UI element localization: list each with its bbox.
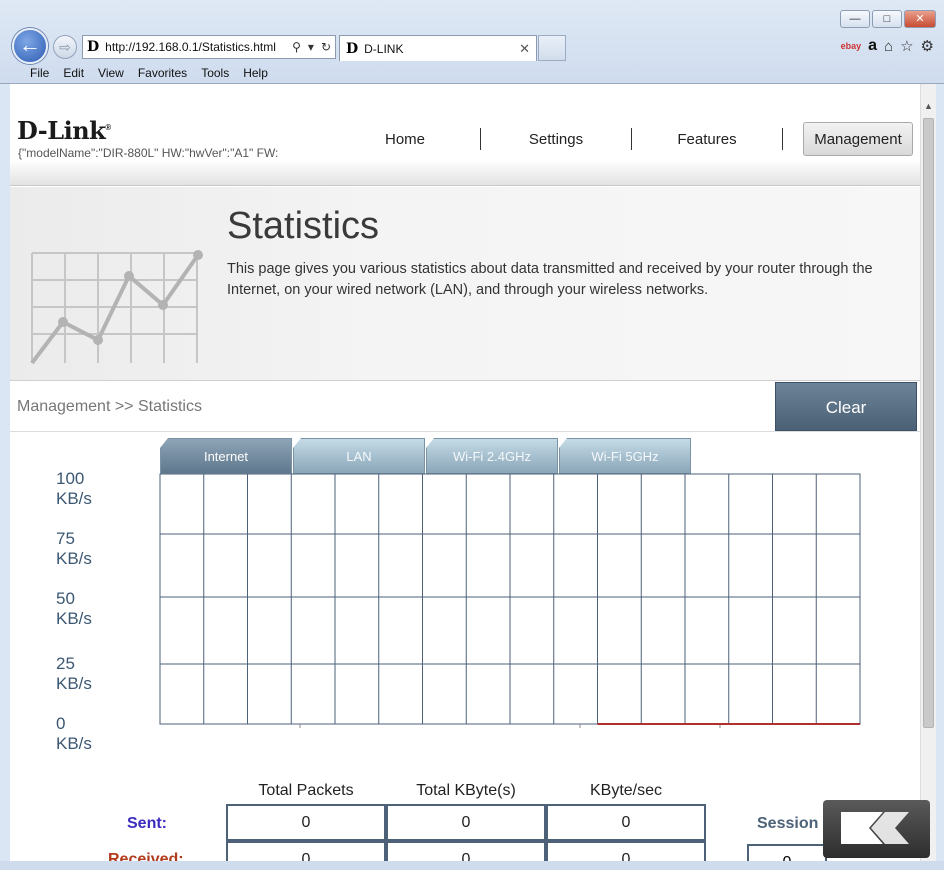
browser-chrome: — □ ✕ ← ⇨ D http://192.168.0.1/Statistic…: [0, 0, 944, 84]
page-description: This page gives you various statistics a…: [227, 261, 873, 298]
chart-grid: [159, 473, 861, 728]
nav-features[interactable]: Features: [632, 131, 782, 148]
menu-tools[interactable]: Tools: [201, 66, 229, 80]
new-tab-button[interactable]: [538, 35, 566, 61]
received-kbyte-sec: 0: [546, 841, 706, 861]
ebay-icon[interactable]: ebay: [841, 41, 862, 51]
home-icon[interactable]: ⌂: [884, 38, 893, 55]
tab-title: D-LINK: [364, 41, 404, 56]
close-window-button[interactable]: ✕: [904, 10, 936, 28]
browser-tab[interactable]: D D-LINK ✕: [339, 35, 537, 61]
watermark-logo-icon: [841, 812, 909, 844]
site-favicon-icon: D: [87, 39, 100, 55]
menu-favorites[interactable]: Favorites: [138, 66, 187, 80]
menu-help[interactable]: Help: [243, 66, 268, 80]
minimize-button[interactable]: —: [840, 10, 870, 28]
column-header-total-packets: Total Packets: [258, 782, 354, 799]
refresh-icon[interactable]: ↻: [321, 40, 331, 54]
scroll-up-icon[interactable]: ▲: [921, 98, 936, 114]
window-controls: — □ ✕: [840, 10, 936, 28]
page-viewport: D-Link® {"modelName":"DIR-880L" HW:"hwVe…: [10, 84, 936, 861]
menu-bar: File Edit View Favorites Tools Help: [10, 62, 934, 84]
menu-view[interactable]: View: [98, 66, 124, 80]
breadcrumb: Management >> Statistics: [17, 398, 202, 415]
statistics-graph-icon: [30, 250, 203, 365]
sent-label: Sent:: [127, 815, 167, 832]
session-label: Session: [757, 815, 819, 832]
tab-favicon-icon: D: [346, 40, 359, 57]
watermark-logo: [823, 800, 930, 858]
sent-total-packets: 0: [226, 804, 386, 841]
column-header-total-kbytes: Total KByte(s): [416, 782, 516, 799]
breadcrumb-row: Management >> Statistics Clear: [10, 381, 920, 432]
hero-banner: Statistics This page gives you various s…: [10, 187, 920, 381]
received-total-packets: 0: [226, 841, 386, 861]
column-header-kbyte-sec: KByte/sec: [589, 782, 663, 799]
vertical-scrollbar[interactable]: ▲: [920, 84, 936, 861]
nav-divider: [782, 128, 783, 150]
tab-close-icon[interactable]: ✕: [519, 41, 530, 57]
amazon-icon[interactable]: a: [868, 37, 877, 55]
forward-arrow-icon: ⇨: [59, 39, 71, 55]
sent-kbyte-sec: 0: [546, 804, 706, 841]
menu-file[interactable]: File: [30, 66, 49, 80]
search-icon[interactable]: ⚲: [292, 40, 301, 54]
browser-status-edge: [0, 861, 944, 870]
dropdown-icon[interactable]: ▾: [308, 40, 314, 54]
menu-edit[interactable]: Edit: [63, 66, 84, 80]
favorites-star-icon[interactable]: ☆: [900, 37, 913, 55]
dlink-logo: D-Link®: [17, 116, 111, 145]
page-title: Statistics: [227, 205, 380, 247]
sent-total-kbytes: 0: [386, 804, 546, 841]
clear-button[interactable]: Clear: [775, 382, 917, 431]
restore-button[interactable]: □: [872, 10, 902, 28]
site-header: D-Link® {"modelName":"DIR-880L" HW:"hwVe…: [10, 84, 920, 186]
back-arrow-icon: ←: [19, 32, 41, 57]
scroll-thumb[interactable]: [923, 118, 934, 728]
browser-toolbar: ebay a ⌂ ☆ ⚙: [841, 37, 934, 55]
nav-home[interactable]: Home: [330, 131, 480, 148]
nav-settings[interactable]: Settings: [481, 131, 631, 148]
nav-management[interactable]: Management: [803, 122, 913, 156]
address-url[interactable]: http://192.168.0.1/Statistics.html: [105, 40, 292, 54]
back-button[interactable]: ←: [12, 28, 48, 64]
received-label: Received:: [108, 851, 184, 861]
model-info: {"modelName":"DIR-880L" HW:"hwVer":"A1" …: [18, 146, 279, 160]
session-value: 0: [747, 844, 827, 861]
main-nav: Home Settings Features Management: [330, 122, 913, 156]
forward-button[interactable]: ⇨: [53, 35, 77, 59]
address-bar[interactable]: D http://192.168.0.1/Statistics.html ⚲ ▾…: [82, 35, 336, 59]
settings-gear-icon[interactable]: ⚙: [921, 37, 934, 55]
received-total-kbytes: 0: [386, 841, 546, 861]
